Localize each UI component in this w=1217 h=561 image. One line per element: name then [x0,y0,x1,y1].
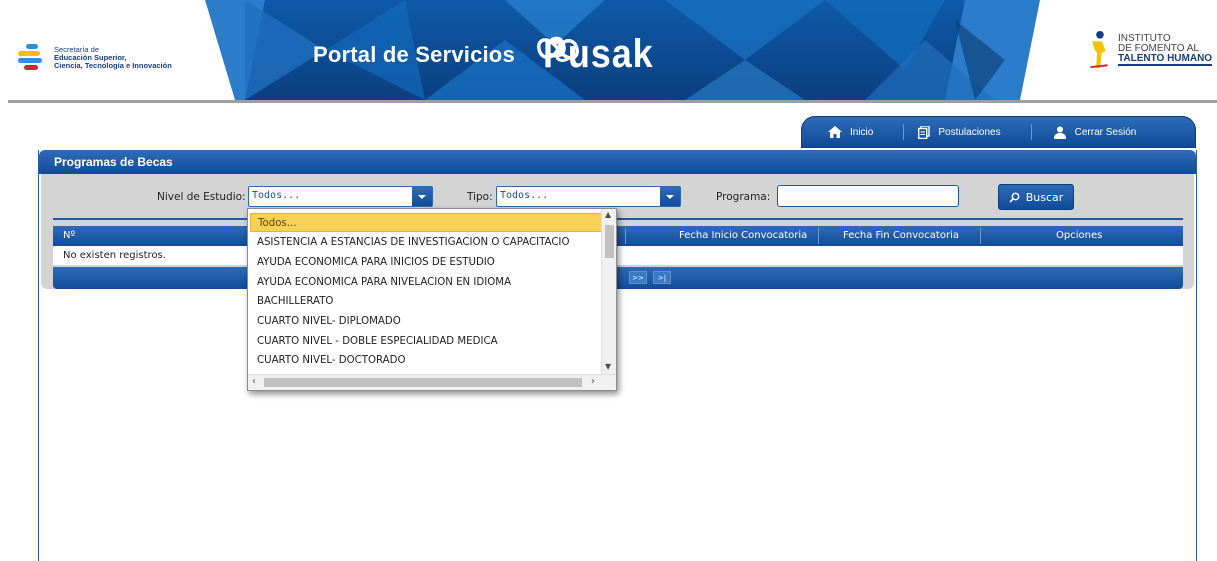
nivel-estudio-dropdown-list: Todos... ASISTENCIA A ESTANCIAS DE INVES… [247,208,617,391]
buscar-label: Buscar [1025,190,1064,204]
tipo-dropdown-button[interactable] [660,187,680,206]
grid-pager: >> >| [53,267,1183,289]
next-page-button[interactable]: >> [629,271,647,284]
tipo-select[interactable]: Todos... [496,186,681,207]
dropdown-option[interactable]: BACHILLERATO [250,292,602,311]
column-divider [980,228,981,244]
vertical-scroll-thumb[interactable] [605,225,614,258]
results-grid: Nº Fecha Inicio Convocatoria Fecha Fin C… [53,226,1183,290]
nav-inicio-label: Inicio [850,126,874,138]
horizontal-scrollbar[interactable]: ‹ › [248,374,616,390]
ifth-figure-icon [1090,30,1108,69]
scroll-left-icon[interactable]: ‹ [252,376,256,387]
grid-header: Nº Fecha Inicio Convocatoria Fecha Fin C… [53,226,1183,246]
panel-header: Programas de Becas [39,150,1196,174]
filter-divider [53,218,1183,220]
empty-message: No existen registros. [63,250,166,261]
nivel-estudio-select[interactable]: Todos... [248,186,433,207]
banner-title: Portal de Servicios [313,42,515,67]
buscar-button[interactable]: Buscar [998,184,1074,210]
portal-banner: Portal de Servicios Pusak [205,0,1040,100]
home-icon [828,126,842,138]
top-nav: Inicio Postulaciones Cerrar Sesión [801,116,1196,148]
header-divider [8,100,1217,103]
nav-cerrar-sesion-label: Cerrar Sesión [1074,126,1137,138]
programa-label: Programa: [716,191,771,203]
pusak-logo: Pusak [535,32,666,77]
tipo-value: Todos... [500,190,549,201]
tipo-label: Tipo: [467,191,493,203]
nav-separator [1030,124,1032,140]
col-opciones: Opciones [1056,230,1103,241]
programa-input[interactable] [777,185,959,207]
senescyt-mark-icon [18,42,48,74]
dropdown-option[interactable]: Todos... [250,213,602,232]
dropdown-option[interactable]: CUARTO NIVEL- DOCTORADO [250,351,602,370]
scroll-right-icon[interactable]: › [591,376,595,387]
chevron-down-icon [666,194,674,199]
nav-separator [903,124,905,140]
senescyt-line-3: Ciencia, Tecnología e Innovación [54,61,172,70]
nav-cerrar-sesion[interactable]: Cerrar Sesión [1053,126,1137,139]
nivel-estudio-label: Nivel de Estudio: [157,191,246,203]
filter-area [41,174,1194,441]
last-page-button[interactable]: >| [653,271,671,284]
column-divider [625,228,626,244]
scroll-down-icon[interactable]: ▼ [605,362,611,371]
brand-name: Pusak [543,32,654,76]
documents-icon [918,125,931,139]
dropdown-options: Todos... ASISTENCIA A ESTANCIAS DE INVES… [248,209,602,375]
nav-postulaciones[interactable]: Postulaciones [918,125,1001,139]
col-fecha-inicio: Fecha Inicio Convocatoria [679,230,808,241]
vertical-scrollbar[interactable]: ▲ ▼ [601,209,616,375]
dropdown-option[interactable]: ASISTENCIA A ESTANCIAS DE INVESTIGACION … [250,233,602,252]
table-row: No existen registros. [53,246,1183,266]
programas-panel: Programas de Becas [38,150,1197,561]
col-fecha-fin: Fecha Fin Convocatoria [843,230,959,241]
col-numero: Nº [63,230,76,241]
nivel-estudio-dropdown-button[interactable] [412,187,432,206]
dropdown-option[interactable]: CUARTO NIVEL- DIPLOMADO [250,312,602,331]
panel-title: Programas de Becas [54,155,173,169]
column-divider [818,228,819,244]
scroll-up-icon[interactable]: ▲ [605,210,611,219]
nav-postulaciones-label: Postulaciones [938,126,1001,138]
senescyt-logo: Secretaría de Educación Superior, Cienci… [18,40,188,76]
nivel-estudio-value: Todos... [252,190,301,201]
nav-inicio[interactable]: Inicio [828,126,873,138]
dropdown-option[interactable]: AYUDA ECONOMICA PARA NIVELACION EN IDIOM… [250,273,602,292]
dropdown-option[interactable]: AYUDA ECONOMICA PARA INICIOS DE ESTUDIO [250,253,602,272]
user-icon [1053,126,1066,139]
ifth-logo: INSTITUTO DE FOMENTO AL TALENTO HUMANO [1088,30,1217,80]
chevron-down-icon [418,194,426,199]
ifth-line-3: TALENTO HUMANO [1118,53,1213,66]
page-header: Secretaría de Educación Superior, Cienci… [0,0,1217,103]
horizontal-scroll-thumb[interactable] [264,378,582,387]
search-icon [1009,192,1020,203]
dropdown-option[interactable]: CUARTO NIVEL - DOBLE ESPECIALIDAD MEDICA [250,332,602,351]
